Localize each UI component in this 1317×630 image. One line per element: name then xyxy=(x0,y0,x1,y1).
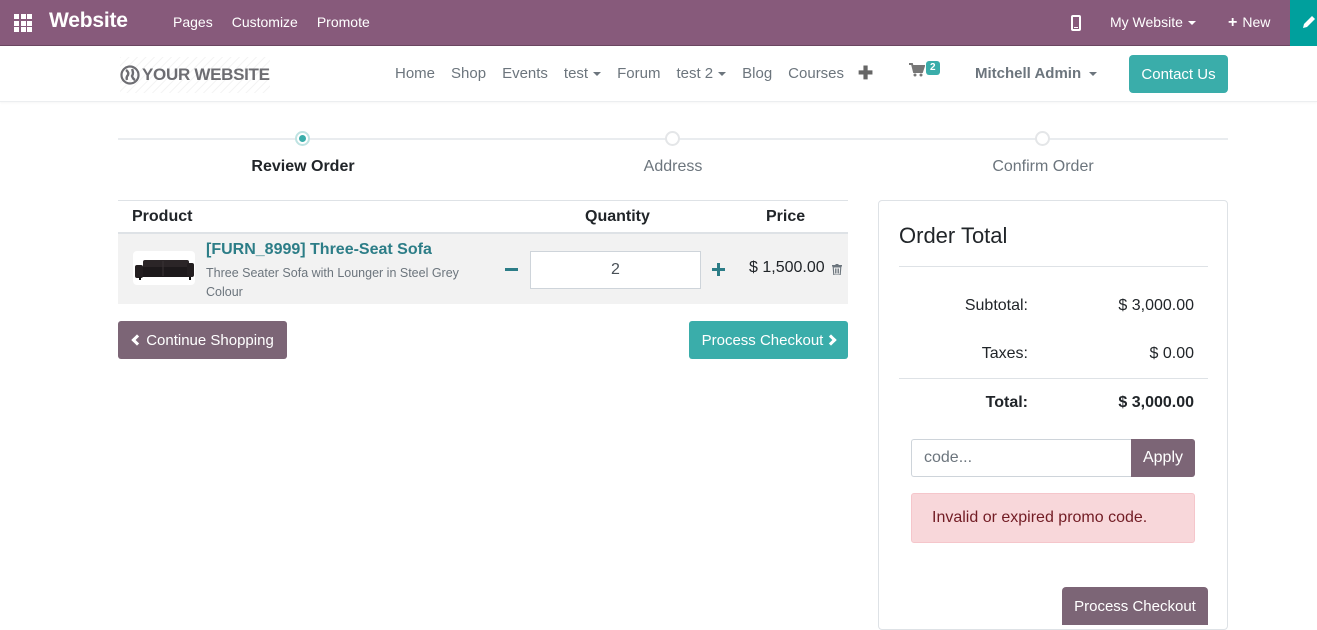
new-label: New xyxy=(1242,14,1271,30)
nav-forum[interactable]: Forum xyxy=(617,65,660,82)
website-selector-label: My Website xyxy=(1110,14,1183,30)
edit-button[interactable] xyxy=(1290,0,1317,46)
header-price: Price xyxy=(766,208,806,225)
total-label: Total: xyxy=(985,394,1028,411)
nav-shop[interactable]: Shop xyxy=(451,65,486,82)
trash-icon[interactable] xyxy=(832,264,842,275)
apps-menu-icon[interactable] xyxy=(14,14,32,32)
total-value: $ 3,000.00 xyxy=(1118,394,1194,411)
caret-down-icon xyxy=(593,72,602,77)
process-checkout-label: Process Checkout xyxy=(701,331,824,349)
admin-menu: Pages Customize Promote xyxy=(173,14,389,30)
cart-line: [FURN_8999] Three-Seat Sofa Three Seater… xyxy=(118,234,848,304)
step-confirm-order: Confirm Order xyxy=(992,158,1094,175)
subtotal-value: $ 3,000.00 xyxy=(1118,297,1194,314)
pencil-icon xyxy=(1303,16,1315,28)
nav-home[interactable]: Home xyxy=(395,65,435,82)
process-checkout-button[interactable]: Process Checkout xyxy=(689,321,848,359)
continue-shopping-button[interactable]: Continue Shopping xyxy=(118,321,287,359)
menu-promote[interactable]: Promote xyxy=(317,14,370,30)
nav-test2-label: test 2 xyxy=(676,65,714,82)
divider xyxy=(899,378,1208,379)
nav-test-label: test xyxy=(563,65,589,82)
cart-link[interactable]: 2 xyxy=(909,61,940,82)
step-address-dot xyxy=(665,131,680,146)
step-review-order: Review Order xyxy=(251,158,355,175)
taxes-value: $ 0.00 xyxy=(1149,345,1194,362)
cart-count-badge: 2 xyxy=(926,61,940,75)
website-header: YOUR WEBSITE Home Shop Events test Forum… xyxy=(0,46,1317,102)
menu-customize[interactable]: Customize xyxy=(232,14,298,30)
order-total-title: Order Total xyxy=(899,223,1008,248)
product-image[interactable] xyxy=(133,251,195,285)
divider xyxy=(899,266,1208,267)
taxes-label: Taxes: xyxy=(981,345,1028,362)
continue-shopping-label: Continue Shopping xyxy=(146,331,274,349)
chevron-left-icon xyxy=(131,334,143,346)
cart-table-header: Product Quantity Price xyxy=(118,200,848,234)
step-confirm-dot xyxy=(1035,131,1050,146)
contact-us-button[interactable]: Contact Us xyxy=(1129,55,1228,93)
user-menu[interactable]: Mitchell Admin xyxy=(975,65,1098,82)
header-quantity: Quantity xyxy=(585,208,650,225)
sofa-image xyxy=(135,260,194,280)
logo-text: YOUR WEBSITE xyxy=(142,65,270,84)
nav-test-dropdown[interactable]: test xyxy=(563,65,602,82)
summary-process-checkout-button[interactable]: Process Checkout xyxy=(1062,587,1208,625)
main-nav: Home Shop Events test Forum test 2 Blog … xyxy=(395,64,873,82)
nav-events[interactable]: Events xyxy=(502,65,548,82)
nav-blog[interactable]: Blog xyxy=(742,65,772,82)
app-title: Website xyxy=(49,9,128,32)
website-selector[interactable]: My Website xyxy=(1110,14,1196,30)
subtotal-label: Subtotal: xyxy=(964,297,1028,314)
caret-down-icon xyxy=(718,72,727,77)
nav-test2-dropdown[interactable]: test 2 xyxy=(676,65,727,82)
nav-courses[interactable]: Courses xyxy=(788,65,844,82)
cart-table: Product Quantity Price [FURN_8999] Three… xyxy=(118,200,848,304)
step-review-dot xyxy=(295,131,310,146)
product-name-link[interactable]: [FURN_8999] Three-Seat Sofa xyxy=(206,241,432,259)
globe-icon xyxy=(120,65,140,85)
shopping-cart-icon xyxy=(909,63,926,77)
menu-pages[interactable]: Pages xyxy=(173,14,213,30)
quantity-input[interactable] xyxy=(530,251,701,289)
site-logo[interactable]: YOUR WEBSITE xyxy=(120,57,270,93)
header-product: Product xyxy=(132,208,193,225)
plus-icon: + xyxy=(1228,14,1238,31)
quantity-increase-button[interactable] xyxy=(712,263,725,276)
new-button[interactable]: + New xyxy=(1228,14,1270,32)
promo-code-input[interactable] xyxy=(911,439,1131,477)
chevron-right-icon xyxy=(825,334,838,346)
order-total-card: Order Total Subtotal: $ 3,000.00 Taxes: … xyxy=(878,200,1228,630)
line-price: $ 1,500.00 xyxy=(749,259,825,276)
caret-down-icon xyxy=(1187,21,1196,26)
mobile-preview-icon[interactable] xyxy=(1071,15,1081,31)
product-description: Three Seater Sofa with Lounger in Steel … xyxy=(206,266,459,299)
apply-promo-button[interactable]: Apply xyxy=(1131,439,1195,477)
add-menu-item-icon[interactable]: ✚ xyxy=(858,64,873,82)
admin-navbar: Website Pages Customize Promote My Websi… xyxy=(0,0,1317,46)
step-address: Address xyxy=(643,158,703,175)
user-name: Mitchell Admin xyxy=(975,65,1082,82)
promo-error-alert: Invalid or expired promo code. xyxy=(911,493,1195,543)
caret-down-icon xyxy=(1089,72,1098,77)
quantity-decrease-button[interactable] xyxy=(505,268,518,271)
